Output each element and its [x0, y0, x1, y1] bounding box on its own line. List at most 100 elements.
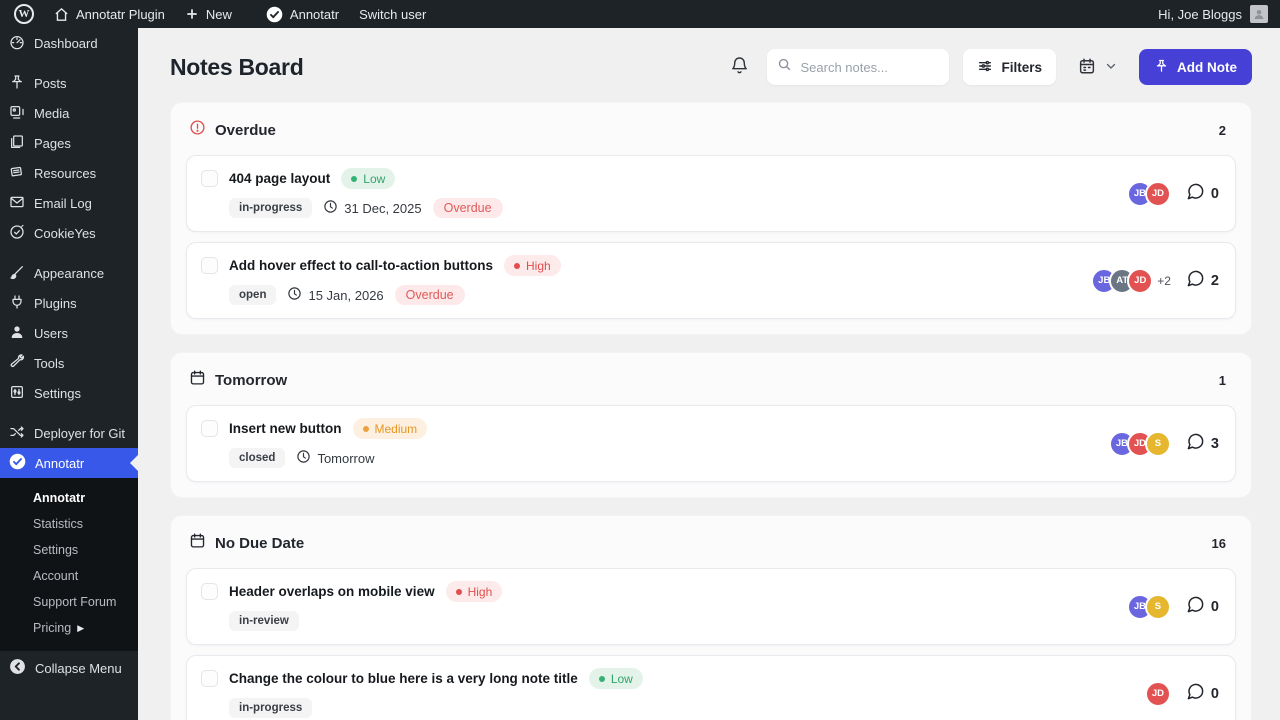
submenu-item-settings[interactable]: Settings ▶: [0, 537, 138, 563]
avatar-group: JB JD: [1126, 180, 1171, 207]
notifications-button[interactable]: [726, 52, 753, 82]
note-title: 404 page layout: [229, 171, 331, 186]
note-title: Add hover effect to call-to-action butto…: [229, 258, 494, 273]
filters-button[interactable]: Filters: [963, 49, 1056, 85]
annotatr-menu[interactable]: Annotatr: [256, 0, 349, 28]
due-date: Tomorrow: [296, 449, 375, 467]
sidebar-item-appearance[interactable]: Appearance: [0, 258, 138, 288]
note-card[interactable]: Header overlaps on mobile view High in-r…: [186, 568, 1236, 645]
collapse-menu-button[interactable]: Collapse Menu: [0, 651, 138, 685]
notes-section: Overdue 2 404 page layout Low in-progres…: [170, 102, 1252, 335]
section-title: No Due Date: [215, 534, 305, 552]
sidebar-item-deployer-for-git[interactable]: Deployer for Git: [0, 418, 138, 448]
clock-icon: [296, 449, 311, 467]
sidebar-item-label: Deployer for Git: [34, 425, 126, 441]
note-title: Header overlaps on mobile view: [229, 584, 435, 599]
note-card[interactable]: 404 page layout Low in-progress 31 Dec, …: [186, 155, 1236, 232]
email-icon: [9, 194, 25, 213]
note-checkbox[interactable]: [201, 670, 218, 687]
wordpress-logo[interactable]: W: [0, 0, 44, 28]
avatar[interactable]: S: [1144, 593, 1171, 620]
submenu-item-annotatr[interactable]: Annotatr ▶: [0, 485, 138, 511]
comments-button[interactable]: 2: [1186, 269, 1219, 293]
comment-count: 0: [1210, 598, 1219, 615]
sidebar-item-users[interactable]: Users: [0, 318, 138, 348]
account-menu[interactable]: Hi, Joe Bloggs: [1158, 5, 1280, 23]
sidebar-item-label: CookieYes: [34, 225, 96, 241]
sidebar-item-label: Plugins: [34, 295, 77, 311]
section-title: Overdue: [215, 121, 276, 139]
note-checkbox[interactable]: [201, 583, 218, 600]
add-note-button[interactable]: Add Note: [1139, 49, 1252, 85]
comment-count: 0: [1210, 685, 1219, 702]
note-card[interactable]: Insert new button Medium closed Tomorrow…: [186, 405, 1236, 482]
sliders-icon: [977, 58, 993, 77]
sidebar-item-tools[interactable]: Tools: [0, 348, 138, 378]
submenu-item-pricing[interactable]: Pricing ▶: [0, 615, 138, 641]
comment-icon: [1186, 182, 1205, 206]
avatar[interactable]: JD: [1127, 267, 1154, 294]
pin-icon: [1154, 58, 1169, 76]
pin-icon: [9, 74, 25, 93]
submenu-item-account[interactable]: Account ▶: [0, 563, 138, 589]
submenu-item-support-forum[interactable]: Support Forum ▶: [0, 589, 138, 615]
header-controls: Filters Add Note: [726, 49, 1252, 85]
comments-button[interactable]: 0: [1186, 682, 1219, 706]
comments-button[interactable]: 3: [1186, 432, 1219, 456]
comments-button[interactable]: 0: [1186, 182, 1219, 206]
avatar-group: JB AT JD: [1091, 267, 1154, 294]
submenu-item-statistics[interactable]: Statistics ▶: [0, 511, 138, 537]
calendar-icon: [1078, 57, 1096, 78]
avatar[interactable]: S: [1144, 430, 1171, 457]
note-card[interactable]: Change the colour to blue here is a very…: [186, 655, 1236, 720]
comment-icon: [1186, 595, 1205, 619]
note-checkbox[interactable]: [201, 170, 218, 187]
section-count: 2: [1218, 122, 1226, 138]
search-input[interactable]: [800, 59, 931, 75]
comment-count: 3: [1210, 435, 1219, 452]
note-card[interactable]: Add hover effect to call-to-action butto…: [186, 242, 1236, 319]
sidebar-item-pages[interactable]: Pages: [0, 128, 138, 158]
sidebar-item-plugins[interactable]: Plugins: [0, 288, 138, 318]
site-menu-label: Annotatr Plugin: [76, 6, 165, 22]
sidebar-item-cookieyes[interactable]: CookieYes: [0, 218, 138, 248]
collapse-menu-label: Collapse Menu: [35, 660, 122, 676]
priority-dot-icon: [514, 262, 521, 269]
notes-section: No Due Date 16 Header overlaps on mobile…: [170, 515, 1252, 720]
comments-button[interactable]: 0: [1186, 595, 1219, 619]
submenu-item-label: Statistics: [33, 517, 84, 531]
sidebar-item-posts[interactable]: Posts: [0, 68, 138, 98]
status-tag: open: [229, 285, 277, 305]
switch-user-menu[interactable]: Switch user: [349, 0, 436, 28]
note-checkbox[interactable]: [201, 420, 218, 437]
search-box: [767, 49, 950, 85]
appearance-icon: [9, 264, 25, 283]
submenu-item-label: Annotatr: [33, 491, 86, 505]
sidebar-item-dashboard[interactable]: Dashboard: [0, 28, 138, 58]
page-header: Notes Board Filters Add Note: [138, 28, 1280, 102]
sidebar-item-media[interactable]: Media: [0, 98, 138, 128]
clock-icon: [287, 286, 302, 304]
media-icon: [9, 104, 25, 123]
calendar-filter-button[interactable]: [1070, 49, 1125, 85]
sidebar-item-settings[interactable]: Settings: [0, 378, 138, 408]
new-menu[interactable]: New: [175, 0, 242, 28]
site-menu[interactable]: Annotatr Plugin: [44, 0, 175, 28]
sidebar-item-resources[interactable]: Resources: [0, 158, 138, 188]
sidebar-item-annotatr[interactable]: Annotatr: [0, 448, 138, 478]
section-header: No Due Date 16: [186, 529, 1236, 558]
note-title: Change the colour to blue here is a very…: [229, 671, 578, 686]
sidebar-item-label: Tools: [34, 355, 65, 371]
notes-board: Overdue 2 404 page layout Low in-progres…: [138, 102, 1280, 720]
avatar[interactable]: JD: [1144, 180, 1171, 207]
sidebar-item-label: Media: [34, 105, 70, 121]
dashboard-icon: [9, 34, 25, 53]
sidebar-item-label: Appearance: [34, 265, 105, 281]
sidebar-item-email-log[interactable]: Email Log: [0, 188, 138, 218]
avatar[interactable]: JD: [1144, 680, 1171, 707]
section-header: Tomorrow 1: [186, 366, 1236, 395]
bell-icon: [730, 56, 749, 78]
submenu-item-label: Support Forum: [33, 595, 117, 609]
note-checkbox[interactable]: [201, 257, 218, 274]
section-title: Tomorrow: [215, 371, 288, 389]
